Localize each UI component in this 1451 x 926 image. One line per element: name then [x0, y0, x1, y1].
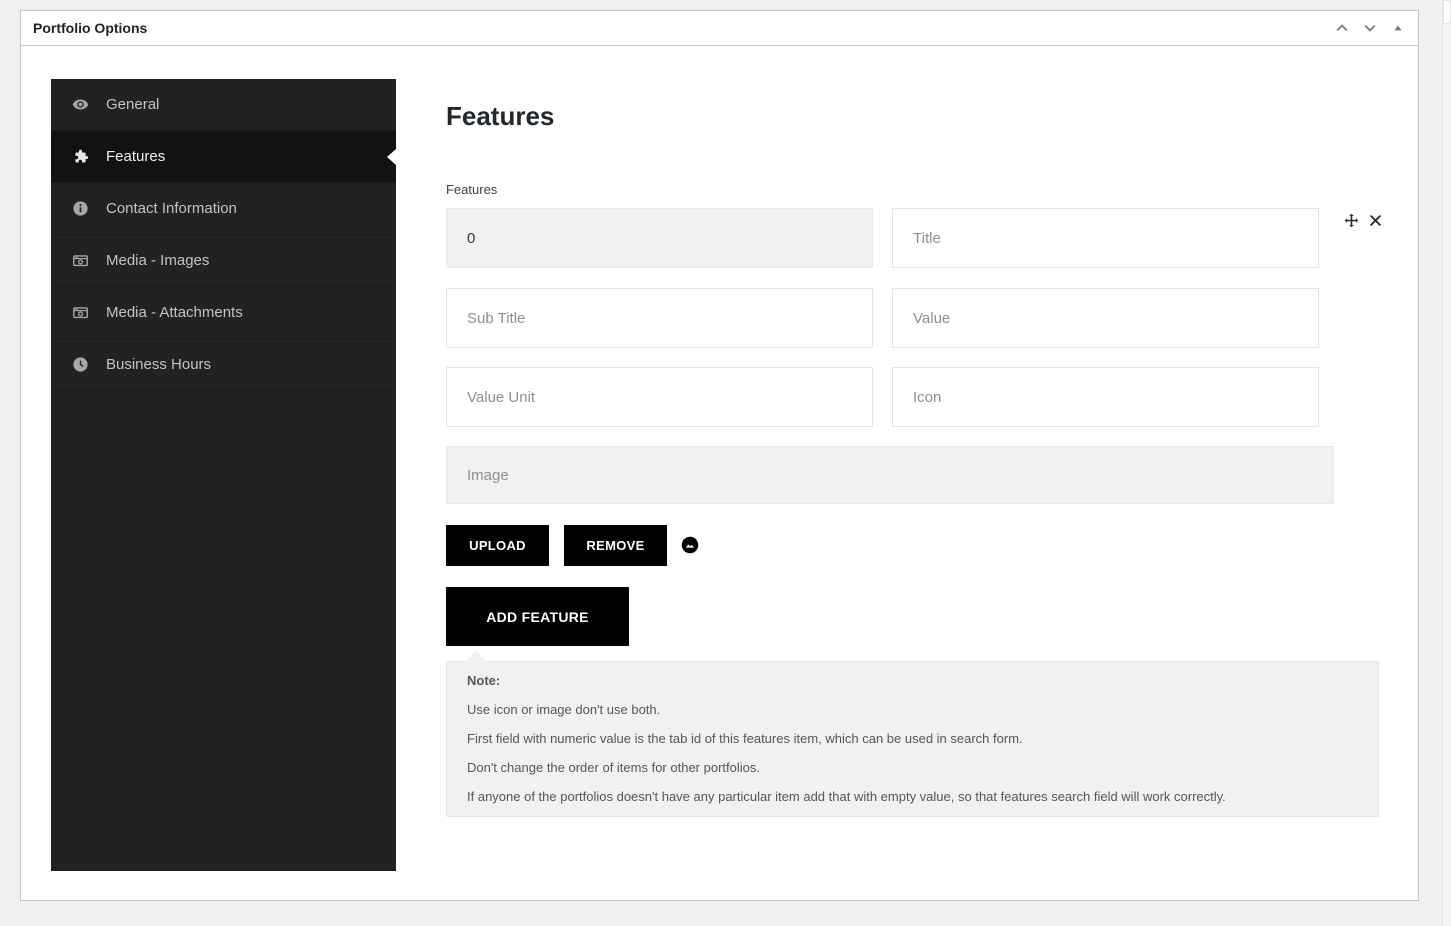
scrollbar-thumb[interactable]: [1443, 0, 1451, 24]
note-line: If anyone of the portfolios doesn't have…: [467, 790, 1358, 804]
remove-button[interactable]: REMOVE: [564, 525, 667, 566]
page-title: Features: [446, 101, 554, 132]
sidebar-item-contact-information[interactable]: Contact Information: [51, 183, 396, 235]
upload-button[interactable]: UPLOAD: [446, 525, 549, 566]
feature-value-unit-input[interactable]: [446, 367, 873, 427]
clock-icon: [72, 356, 89, 373]
camera-icon: [72, 252, 89, 269]
metabox-header: Portfolio Options: [21, 11, 1418, 46]
sidebar-item-business-hours[interactable]: Business Hours: [51, 339, 396, 391]
sidebar-item-label: Media - Attachments: [106, 304, 243, 321]
metabox-controls: [1330, 16, 1410, 40]
puzzle-icon: [72, 148, 89, 165]
active-tab-caret: [387, 149, 396, 165]
portfolio-options-metabox: Portfolio Options General: [20, 10, 1419, 901]
camera-icon: [72, 304, 89, 321]
note-box: Note: Use icon or image don't use both. …: [446, 661, 1379, 817]
toggle-panel-icon[interactable]: [1386, 16, 1410, 40]
note-line: First field with numeric value is the ta…: [467, 732, 1358, 746]
drag-move-icon[interactable]: [1343, 212, 1360, 229]
remove-row-icon[interactable]: [1367, 212, 1384, 229]
feature-value-input[interactable]: [892, 288, 1319, 348]
features-group-label: Features: [446, 182, 497, 197]
feature-title-input[interactable]: [892, 208, 1319, 268]
feature-row-tools: [1343, 212, 1384, 229]
feature-subtitle-input[interactable]: [446, 288, 873, 348]
add-feature-button[interactable]: ADD FEATURE: [446, 587, 629, 646]
page-scrollbar[interactable]: [1442, 0, 1451, 926]
info-circle-icon: [72, 200, 89, 217]
feature-icon-input[interactable]: [892, 367, 1319, 427]
sidebar-item-label: Media - Images: [106, 252, 209, 269]
sidebar-item-label: Features: [106, 148, 165, 165]
sidebar-item-label: Business Hours: [106, 356, 211, 373]
note-title: Note:: [467, 674, 1358, 688]
feature-index-field: [446, 208, 873, 268]
move-up-icon[interactable]: [1330, 16, 1354, 40]
sidebar-item-label: Contact Information: [106, 200, 237, 217]
eye-icon: [72, 96, 89, 113]
options-tab-sidebar: General Features Contact Information: [51, 79, 396, 871]
sidebar-item-media-attachments[interactable]: Media - Attachments: [51, 287, 396, 339]
note-line: Don't change the order of items for othe…: [467, 761, 1358, 775]
note-line: Use icon or image don't use both.: [467, 703, 1358, 717]
sidebar-item-general[interactable]: General: [51, 79, 396, 131]
move-down-icon[interactable]: [1358, 16, 1382, 40]
page: Portfolio Options General: [0, 0, 1451, 926]
sidebar-item-features[interactable]: Features: [51, 131, 396, 183]
feature-image-field[interactable]: [446, 446, 1334, 504]
no-image-icon: [681, 536, 699, 554]
sidebar-item-media-images[interactable]: Media - Images: [51, 235, 396, 287]
metabox-title: Portfolio Options: [33, 20, 147, 36]
sidebar-item-label: General: [106, 96, 159, 113]
